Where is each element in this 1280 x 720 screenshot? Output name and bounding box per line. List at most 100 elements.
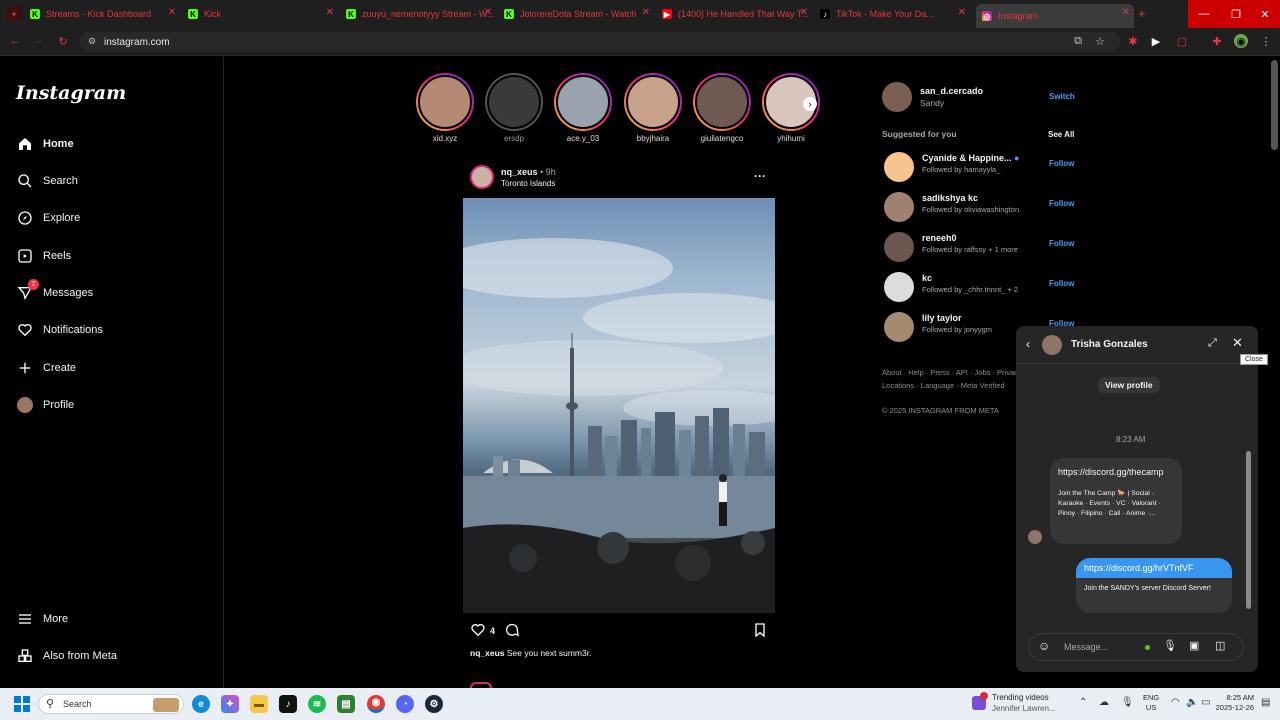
post-image[interactable]	[463, 198, 775, 613]
language-indicator[interactable]: ENG US	[1143, 693, 1159, 713]
footer-links-2[interactable]: Locations · Language · Meta Verified	[882, 381, 1005, 390]
minimize-button[interactable]: —	[1188, 0, 1220, 28]
close-tab-icon[interactable]: ✕	[642, 7, 650, 18]
app-icon[interactable]: ▤	[337, 695, 355, 713]
switch-account-button[interactable]: Switch	[1049, 92, 1075, 101]
avatar[interactable]	[1042, 335, 1062, 355]
avatar[interactable]	[884, 152, 914, 182]
tiktok-icon[interactable]: ♪	[279, 695, 297, 713]
extension-icon[interactable]: ▶	[1149, 34, 1163, 48]
browser-tab[interactable]: K zuuyu_nemenotyyy Stream - W... ✕	[346, 4, 496, 24]
nav-reels[interactable]: Reels	[16, 245, 71, 267]
message-link[interactable]: https://discord.gg/hrVTnfVF	[1076, 558, 1232, 578]
footer-links[interactable]: About · Help · Press · API · Jobs · Priv…	[882, 368, 1016, 377]
extension-icon[interactable]: ▢	[1175, 34, 1189, 48]
reload-icon[interactable]: ↻	[56, 34, 70, 48]
profile-avatar[interactable]: ◉	[1234, 34, 1248, 48]
wifi-icon[interactable]: ◠	[1171, 697, 1180, 708]
avatar[interactable]	[882, 82, 912, 112]
follow-button[interactable]: Follow	[1049, 159, 1074, 168]
close-window-button[interactable]: ✕	[1250, 0, 1280, 28]
follow-button[interactable]: Follow	[1049, 239, 1074, 248]
save-button[interactable]	[752, 622, 768, 643]
close-tab-icon[interactable]: ✕	[168, 7, 176, 18]
browser-tab[interactable]: K Kick ✕	[188, 4, 338, 24]
emoji-icon[interactable]: ☺	[1038, 639, 1050, 653]
close-tab-icon[interactable]: ✕	[800, 7, 808, 18]
comment-button[interactable]	[504, 622, 520, 643]
volume-icon[interactable]: 🔈	[1186, 697, 1198, 708]
view-profile-button[interactable]: View profile	[1098, 377, 1160, 393]
nav-also-from-meta[interactable]: Also from Meta	[16, 645, 117, 667]
spotify-icon[interactable]: ≋	[308, 695, 326, 713]
story-item[interactable]: ersdp	[485, 73, 543, 143]
widget-notification[interactable]: Trending videos Jennifer Lawren...	[972, 692, 1060, 716]
chat-close-icon[interactable]: ✕	[1232, 335, 1243, 351]
chat-back-icon[interactable]: ‹	[1026, 337, 1030, 351]
avatar[interactable]	[470, 165, 494, 189]
outgoing-message[interactable]: https://discord.gg/hrVTnfVF Join the SAN…	[1076, 558, 1232, 613]
account-username[interactable]: san_d.cercado	[920, 86, 983, 96]
chat-scrollbar[interactable]	[1246, 451, 1251, 609]
story-item[interactable]: bbyjhaira	[624, 73, 682, 143]
instagram-logo[interactable]: Instagram	[16, 82, 126, 104]
microphone-icon[interactable]: 🎙	[1121, 697, 1134, 708]
caption-author[interactable]: nq_xeus	[470, 648, 505, 658]
discord-icon[interactable]: ◔	[396, 695, 414, 713]
expand-icon[interactable]: ⤢	[1208, 337, 1217, 350]
browser-tab[interactable]: K Streams - Kick Dashboard ✕	[30, 4, 180, 24]
microphone-icon[interactable]: 🎙	[1163, 639, 1177, 652]
browser-tab-active[interactable]: ◎ Instagram ✕	[976, 4, 1134, 28]
sticker-icon[interactable]: ◫	[1215, 639, 1225, 652]
nav-messages[interactable]: 2 Messages	[16, 279, 93, 304]
install-app-icon[interactable]: ⧉	[1071, 34, 1085, 48]
follow-button[interactable]: Follow	[1049, 279, 1074, 288]
edge-icon[interactable]: e	[192, 695, 210, 713]
taskbar-search[interactable]: ⚲ Search	[38, 694, 184, 714]
close-tab-icon[interactable]: ✕	[1122, 7, 1130, 18]
copilot-icon[interactable]: ✦	[221, 695, 239, 713]
avatar[interactable]	[884, 312, 914, 342]
chat-contact-name[interactable]: Trisha Gonzales	[1071, 339, 1148, 350]
close-tab-icon[interactable]: ✕	[958, 7, 966, 18]
nav-search[interactable]: Search	[16, 170, 78, 192]
page-scrollbar[interactable]	[1271, 60, 1278, 150]
story-item[interactable]: xid.xyz	[416, 73, 474, 143]
nav-profile[interactable]: Profile	[16, 394, 74, 416]
notification-center-icon[interactable]: ▤	[1261, 697, 1270, 708]
post-more-button[interactable]: ···	[754, 169, 766, 183]
avatar[interactable]	[884, 232, 914, 262]
browser-tab[interactable]: K JolorereDota Stream - Watch ✕	[504, 4, 654, 24]
extensions-puzzle-icon[interactable]: ✚	[1210, 34, 1224, 48]
incoming-message[interactable]: https://discord.gg/thecamp Join the The …	[1050, 458, 1182, 544]
restore-button[interactable]: ❐	[1220, 0, 1252, 28]
tray-app-icon[interactable]: ☁	[1099, 697, 1109, 708]
like-button[interactable]	[470, 622, 486, 643]
story-item[interactable]: giuliatengco	[693, 73, 751, 143]
close-tab-icon[interactable]: ✕	[326, 7, 334, 18]
post-location[interactable]: Toronto Islands	[501, 179, 555, 188]
post-author[interactable]: nq_xeus	[501, 167, 538, 177]
avatar[interactable]	[884, 272, 914, 302]
extension-icon[interactable]: ✱	[1126, 34, 1140, 48]
chrome-menu-icon[interactable]: ⋮	[1259, 34, 1273, 48]
message-link[interactable]: https://discord.gg/thecamp	[1058, 466, 1174, 479]
browser-tab[interactable]: ♪ TikTok - Make Your Da... ✕	[820, 4, 970, 24]
see-all-link[interactable]: See All	[1048, 130, 1074, 139]
stories-next-button[interactable]: ›	[803, 97, 817, 111]
nav-notifications[interactable]: Notifications	[16, 319, 103, 341]
clock[interactable]: 8:25 AM 2025-12-26	[1206, 693, 1254, 713]
close-tab-icon[interactable]: ✕	[484, 7, 492, 18]
image-icon[interactable]: ▣	[1189, 639, 1199, 652]
steam-icon[interactable]: ⚙	[425, 695, 443, 713]
nav-explore[interactable]: Explore	[16, 207, 80, 229]
nav-more[interactable]: More	[16, 608, 68, 630]
browser-tab[interactable]: ▶ (1400) He Handled That Way T... ✕	[662, 4, 812, 24]
new-tab-button[interactable]: +	[1138, 6, 1146, 21]
avatar[interactable]	[884, 192, 914, 222]
message-input[interactable]: Message...	[1064, 642, 1108, 652]
site-info-icon[interactable]: ⚙	[88, 36, 96, 47]
tab-search-button[interactable]: ▾	[6, 6, 22, 22]
show-hidden-icons[interactable]: ⌃	[1079, 697, 1087, 708]
nav-home[interactable]: Home	[16, 133, 74, 155]
